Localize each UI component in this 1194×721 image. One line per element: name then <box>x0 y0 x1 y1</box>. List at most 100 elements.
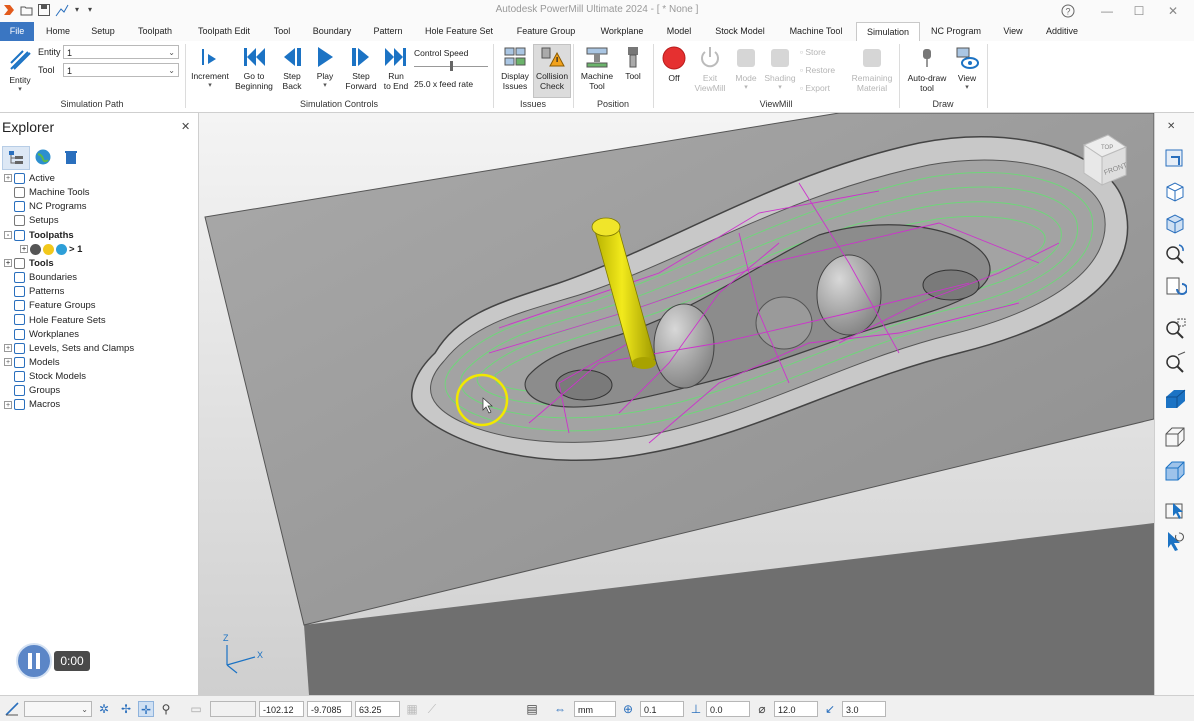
collapse-icon[interactable]: - <box>4 231 12 240</box>
tree-item-models[interactable]: + Models <box>4 356 60 370</box>
zoom-rotate-icon[interactable] <box>1163 243 1187 267</box>
tree-item-levels-sets-and-clamps[interactable]: + Levels, Sets and Clamps <box>4 342 134 356</box>
diameter-field[interactable]: 12.0 <box>774 701 818 717</box>
tab-stock-model[interactable]: Stock Model <box>707 22 773 41</box>
line-icon[interactable]: ⟋ <box>424 701 440 717</box>
store-button[interactable]: ▫ Store <box>800 47 850 57</box>
tab-setup[interactable]: Setup <box>84 22 122 41</box>
cube-view-icon[interactable] <box>1163 211 1187 235</box>
auto-draw-tool-button[interactable]: Auto-draw tool <box>903 45 951 93</box>
snap-grid-icon[interactable]: ✛ <box>138 701 154 717</box>
tree-item-nc-programs[interactable]: NC Programs <box>4 200 87 214</box>
tree-item-hole-feature-sets[interactable]: Hole Feature Sets <box>4 314 106 328</box>
tab-workplane[interactable]: Workplane <box>592 22 652 41</box>
run-to-end-button[interactable]: Run to End <box>380 45 412 91</box>
pin-icon[interactable]: ✢ <box>118 701 134 717</box>
coordinate-y-field[interactable]: -9.7085 <box>307 701 352 717</box>
tab-home[interactable]: Home <box>38 22 78 41</box>
step-forward-button[interactable]: Step Forward <box>342 45 380 91</box>
thickness-icon[interactable]: ⊥ <box>688 701 704 717</box>
view-all-icon[interactable] <box>1163 147 1187 171</box>
tree-item-groups[interactable]: Groups <box>4 384 60 398</box>
tab-model[interactable]: Model <box>661 22 697 41</box>
viewmill-mode-button[interactable]: Mode ▾ <box>730 45 762 93</box>
tool-position-button[interactable]: Tool <box>619 45 647 81</box>
tab-machine-tool[interactable]: Machine Tool <box>783 22 849 41</box>
tree-item-setups[interactable]: Setups <box>4 214 59 228</box>
select-box-icon[interactable] <box>1163 499 1187 523</box>
tab-simulation[interactable]: Simulation <box>856 22 920 42</box>
graphics-viewport[interactable]: TOP FRONT Z X <box>199 113 1154 695</box>
play-button[interactable]: Play ▾ <box>310 45 340 91</box>
tolerance-field[interactable]: 0.1 <box>640 701 684 717</box>
recycle-bin-icon[interactable] <box>62 148 80 166</box>
sketch-icon[interactable] <box>4 701 20 717</box>
tree-item-stock-models[interactable]: Stock Models <box>4 370 86 384</box>
expand-icon[interactable]: + <box>4 400 12 409</box>
globe-icon[interactable] <box>34 148 52 166</box>
tab-tool[interactable]: Tool <box>267 22 297 41</box>
app-logo-icon[interactable] <box>2 3 16 17</box>
tab-additive[interactable]: Additive <box>1038 22 1086 41</box>
close-icon[interactable]: ✕ <box>1167 121 1175 132</box>
wireframe-view-icon[interactable] <box>1163 425 1187 449</box>
explorer-tree-icon[interactable] <box>2 146 30 170</box>
collision-check-button[interactable]: Collision Check <box>533 44 571 98</box>
restore-button[interactable]: ▫ Restore <box>800 65 850 75</box>
tree-item-patterns[interactable]: Patterns <box>4 285 64 299</box>
increment-button[interactable]: Increment ▾ <box>188 45 232 91</box>
tab-nc-program[interactable]: NC Program <box>926 22 986 41</box>
snap-icon[interactable]: ✲ <box>96 701 112 717</box>
export-button[interactable]: ▫ Export <box>800 83 850 93</box>
iso-view-icon[interactable] <box>1163 179 1187 203</box>
diameter-icon[interactable]: ⌀ <box>754 701 770 717</box>
tree-item-active[interactable]: + Active <box>4 172 55 186</box>
zoom-box-icon[interactable] <box>1163 317 1187 341</box>
expand-icon[interactable]: + <box>4 344 12 353</box>
select-pointer-icon[interactable] <box>1163 529 1187 553</box>
tree-item-macros[interactable]: + Macros <box>4 398 60 412</box>
tree-item-boundaries[interactable]: Boundaries <box>4 271 77 285</box>
tab-toolpath[interactable]: Toolpath <box>130 22 180 41</box>
customize-icon[interactable]: ▾ <box>83 3 97 17</box>
graph-icon[interactable] <box>55 3 69 17</box>
pause-button[interactable] <box>16 643 52 679</box>
tool-select[interactable]: 1 ⌄ <box>63 63 179 77</box>
thickness-field[interactable]: 0.0 <box>706 701 750 717</box>
shaded-view-icon[interactable] <box>1163 387 1187 411</box>
close-icon[interactable]: ✕ <box>1162 2 1184 20</box>
viewmill-shading-button[interactable]: Shading ▾ <box>762 45 798 93</box>
close-icon[interactable]: ✕ <box>181 120 190 133</box>
refresh-view-icon[interactable] <box>1163 275 1188 299</box>
draw-view-button[interactable]: View ▾ <box>953 45 981 93</box>
step-back-button[interactable]: Step Back <box>277 45 307 91</box>
speed-slider[interactable] <box>414 61 488 71</box>
expand-icon[interactable]: + <box>4 259 12 268</box>
help-icon[interactable]: ? <box>1057 2 1079 20</box>
expand-icon[interactable]: + <box>20 245 28 254</box>
entity-button[interactable]: Entity ▾ <box>4 47 36 95</box>
tab-toolpath-edit[interactable]: Toolpath Edit <box>191 22 257 41</box>
tab-boundary[interactable]: Boundary <box>306 22 358 41</box>
remaining-material-button[interactable]: Remaining Material <box>850 45 894 93</box>
tree-item-tools[interactable]: + Tools <box>4 257 54 271</box>
coordinate-x-field[interactable]: -102.12 <box>259 701 304 717</box>
grid-icon[interactable]: ▦ <box>404 701 420 717</box>
save-icon[interactable] <box>37 3 51 17</box>
zoom-window-icon[interactable] <box>1163 351 1187 375</box>
restore-icon[interactable]: ☐ <box>1128 2 1150 20</box>
expand-icon[interactable]: + <box>4 358 12 367</box>
stepdown-field[interactable]: 3.0 <box>842 701 886 717</box>
tree-item-feature-groups[interactable]: Feature Groups <box>4 299 96 313</box>
tolerance-icon[interactable]: ⊕ <box>620 701 636 717</box>
tab-feature-group[interactable]: Feature Group <box>510 22 582 41</box>
measure-icon[interactable]: ⇔ <box>552 701 568 717</box>
tree-item-toolpaths[interactable]: - Toolpaths <box>4 229 74 243</box>
viewmill-off-button[interactable]: Off <box>658 45 690 83</box>
open-folder-icon[interactable] <box>20 3 34 17</box>
minimize-icon[interactable]: — <box>1096 2 1118 20</box>
pick-tool-icon[interactable]: ⚲ <box>158 701 174 717</box>
dropdown-arrow-icon[interactable]: ▾ <box>70 3 84 17</box>
cursor-mode-icon[interactable]: ▭ <box>188 701 204 717</box>
tab-view[interactable]: View <box>996 22 1030 41</box>
